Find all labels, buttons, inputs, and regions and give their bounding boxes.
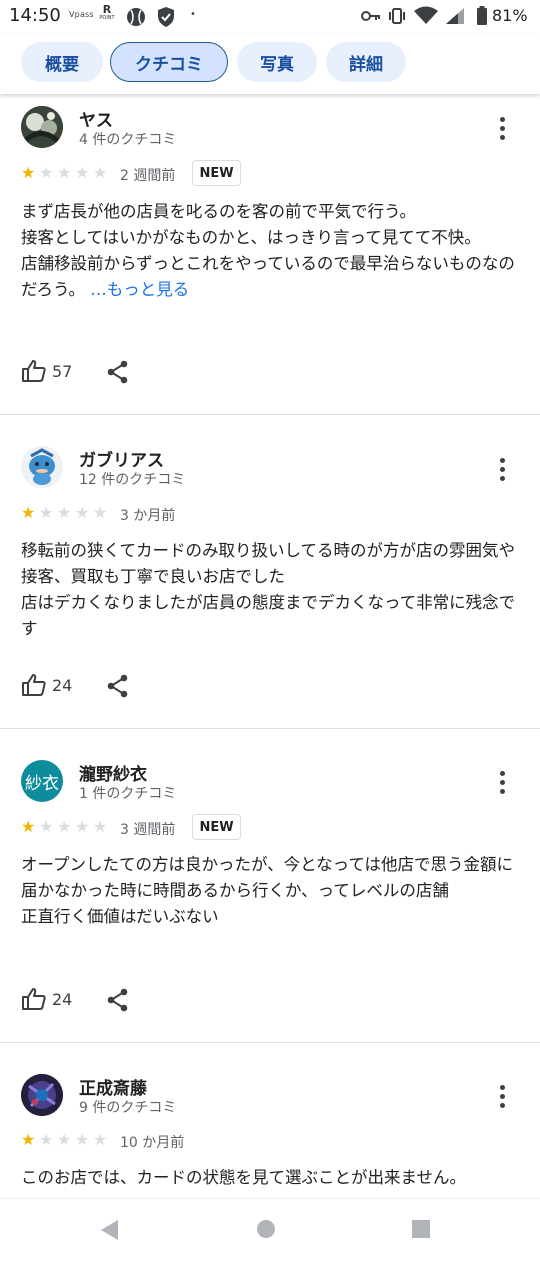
like-count: 24 [52, 676, 73, 695]
battery-percent: 81% [492, 6, 528, 25]
star-rating: ★ ★ ★ ★ ★ [21, 1132, 111, 1148]
star-filled-icon: ★ [21, 503, 36, 522]
star-filled-icon: ★ [21, 1130, 36, 1149]
review-time: 3 か月前 [120, 508, 176, 524]
tab-reviews[interactable]: クチコミ [110, 42, 228, 82]
star-empty-icon: ★ [39, 1130, 54, 1149]
star-empty-icon: ★ [57, 163, 72, 182]
star-empty-icon: ★ [75, 503, 90, 522]
star-empty-icon: ★ [57, 817, 72, 836]
review-line: オープンしたての方は良かったが、今となっては他店で思う金額に届かなかった時に時間… [21, 855, 514, 900]
reviewer-name[interactable]: ヤス [79, 106, 113, 131]
star-rating: ★ ★ ★ ★ ★ [21, 819, 111, 835]
divider [0, 1042, 540, 1043]
share-icon[interactable] [107, 674, 129, 698]
review-line: 接客としてはいかがなものかと、はっきり言って見てて不快。 [21, 228, 481, 247]
star-filled-icon: ★ [21, 817, 36, 836]
new-badge: NEW [192, 814, 241, 840]
wifi-icon [414, 6, 438, 24]
read-more-link[interactable]: …もっと見る [90, 280, 189, 299]
back-icon[interactable] [98, 1218, 120, 1242]
shield-icon [158, 7, 174, 27]
recents-icon[interactable] [411, 1219, 431, 1239]
review-line: まず店長が他の店員を叱るのを客の前で平気で行う。 [21, 202, 417, 221]
battery-icon [477, 6, 487, 25]
tab-details[interactable]: 詳細 [326, 42, 406, 82]
avatar[interactable] [21, 446, 63, 488]
avatar[interactable] [21, 1074, 63, 1116]
more-options-icon[interactable] [500, 458, 508, 485]
avatar[interactable] [21, 106, 63, 148]
status-bar: 14:50 Vpass R POINT • 81% [0, 0, 540, 34]
key-icon [361, 11, 380, 21]
reviewer-review-count: 4 件のクチコミ [79, 132, 177, 148]
more-options-icon[interactable] [500, 117, 508, 144]
star-empty-icon: ★ [39, 817, 54, 836]
baseball-icon [127, 8, 145, 26]
star-empty-icon: ★ [93, 817, 108, 836]
star-empty-icon: ★ [57, 503, 72, 522]
tab-overview[interactable]: 概要 [21, 42, 103, 82]
thumbs-up-icon[interactable] [21, 987, 47, 1011]
star-empty-icon: ★ [57, 1130, 72, 1149]
reviewer-review-count: 1 件のクチコミ [79, 786, 177, 802]
like-count: 57 [52, 362, 73, 381]
star-empty-icon: ★ [75, 817, 90, 836]
review-line: 店はデカくなりましたが店員の態度までデカくなって非常に残念です [21, 593, 516, 638]
review-text[interactable]: 移転前の狭くてカードのみ取り扱いしてる時のが方が店の雰囲気や接客、買取も丁寧で良… [21, 538, 521, 642]
reviewer-name[interactable]: 正成斎藤 [79, 1074, 147, 1099]
review-time: 3 週間前 [120, 822, 176, 838]
signal-icon [446, 8, 464, 24]
more-options-icon[interactable] [500, 771, 508, 798]
thumbs-up-icon[interactable] [21, 359, 47, 383]
vibrate-icon [389, 8, 405, 24]
reviewer-name[interactable]: ガブリアス [79, 446, 164, 471]
star-empty-icon: ★ [75, 1130, 90, 1149]
review-line: このお店では、カードの状態を見て選ぶことが出来ません。 [21, 1168, 467, 1187]
tab-bar: 概要 クチコミ 写真 詳細 [0, 34, 540, 94]
star-empty-icon: ★ [93, 1130, 108, 1149]
review-text[interactable]: まず店長が他の店員を叱るのを客の前で平気で行う。 接客としてはいかがなものかと、… [21, 199, 521, 303]
review-text[interactable]: オープンしたての方は良かったが、今となっては他店で思う金額に届かなかった時に時間… [21, 852, 521, 930]
star-empty-icon: ★ [93, 163, 108, 182]
share-icon[interactable] [107, 988, 129, 1012]
star-filled-icon: ★ [21, 163, 36, 182]
review-text[interactable]: このお店では、カードの状態を見て選ぶことが出来ません。 [21, 1165, 521, 1191]
avatar-initials: 紗衣 [25, 773, 59, 794]
review-time: 10 か月前 [120, 1135, 185, 1151]
like-count: 24 [52, 990, 73, 1009]
tab-photos[interactable]: 写真 [237, 42, 317, 82]
reviewer-review-count: 12 件のクチコミ [79, 472, 186, 488]
star-empty-icon: ★ [93, 503, 108, 522]
rpoint-icon: R POINT [99, 3, 115, 21]
reviewer-name[interactable]: 瀧野紗衣 [79, 760, 147, 785]
divider [0, 728, 540, 729]
star-empty-icon: ★ [39, 503, 54, 522]
review-time: 2 週間前 [120, 168, 176, 184]
share-icon[interactable] [107, 360, 129, 384]
review-line: 移転前の狭くてカードのみ取り扱いしてる時のが方が店の雰囲気や接客、買取も丁寧で良… [21, 541, 516, 586]
system-nav-bar [0, 1198, 540, 1261]
star-rating: ★ ★ ★ ★ ★ [21, 505, 111, 521]
thumbs-up-icon[interactable] [21, 673, 47, 697]
review-line: 正直行く価値はだいぶない [21, 907, 219, 926]
new-badge: NEW [192, 160, 241, 186]
more-options-icon[interactable] [500, 1085, 508, 1112]
notification-dot: • [190, 9, 196, 20]
star-empty-icon: ★ [39, 163, 54, 182]
vpass-icon: Vpass [69, 10, 94, 19]
star-rating: ★ ★ ★ ★ ★ [21, 165, 111, 181]
status-time: 14:50 [9, 5, 61, 26]
avatar[interactable]: 紗衣 [21, 760, 63, 802]
reviewer-review-count: 9 件のクチコミ [79, 1100, 177, 1116]
home-icon[interactable] [256, 1219, 276, 1239]
divider [0, 414, 540, 415]
star-empty-icon: ★ [75, 163, 90, 182]
